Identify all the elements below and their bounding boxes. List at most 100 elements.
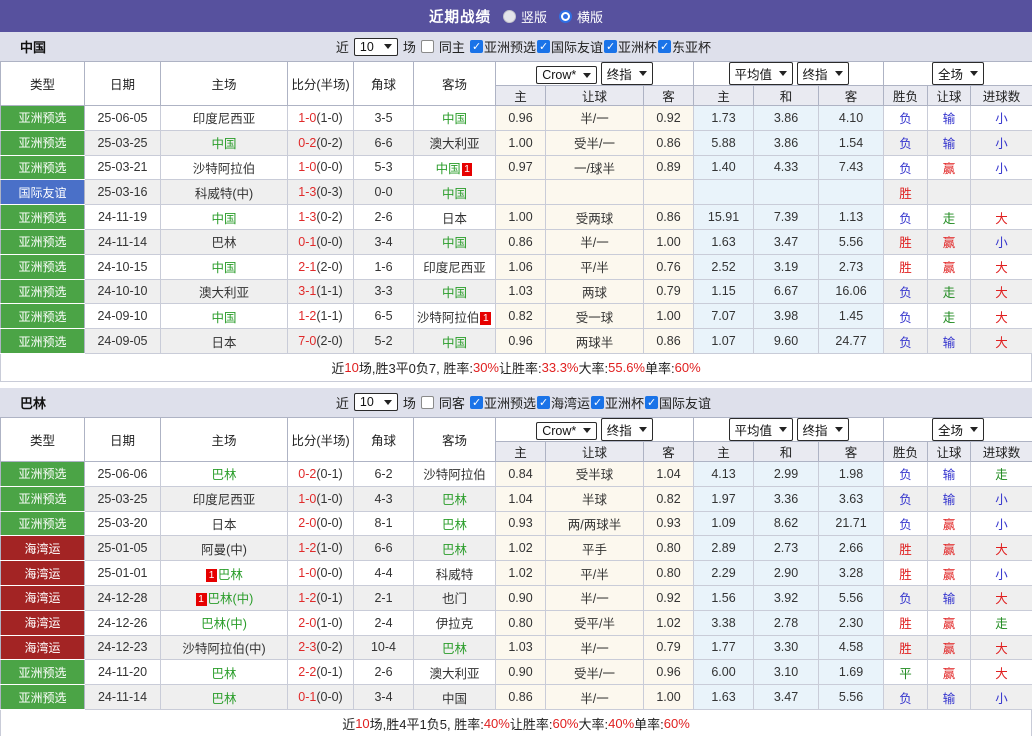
competition-checkbox[interactable]: [603, 40, 617, 53]
halftime-score: (2-0): [316, 334, 343, 349]
fulltime-score: 0-1: [298, 234, 317, 249]
table-row: 亚洲预选 25-06-05 印度尼西亚 1-0(1-0) 3-5 中国 0.96 半/一 0.9…: [0, 105, 1032, 131]
section-team-name: 中国: [20, 40, 47, 55]
cell-avg-away: 5.56: [818, 684, 885, 710]
cell-handicap: 平手: [545, 535, 644, 562]
cell-result-winlose: 胜: [883, 634, 929, 661]
same-home-checkbox[interactable]: [420, 40, 434, 53]
cell-avg-away: 24.77: [818, 328, 885, 354]
cell-date: 25-06-05: [84, 105, 161, 131]
cell-away-team: 巴林: [413, 485, 496, 512]
summary-text: 单率:: [634, 716, 664, 732]
cell-handicap: 一/球半: [545, 154, 644, 181]
cell-score: 1-2(0-1): [287, 584, 354, 611]
competition-label: 国际友谊: [658, 395, 711, 411]
average-value: 平均值: [734, 423, 773, 438]
cell-home-team: 巴林: [160, 659, 288, 686]
cell-type-badge: 亚洲预选: [0, 328, 85, 354]
cell-result-handicap: [927, 179, 972, 206]
away-team-name: 伊拉克: [435, 617, 474, 632]
cell-handicap: 平/半: [545, 253, 644, 280]
cell-odds-home: 0.80: [495, 609, 546, 636]
rank-badge: 1: [461, 162, 473, 176]
competition-checkbox[interactable]: [536, 40, 550, 53]
home-team-name: 印度尼西亚: [192, 112, 256, 127]
cell-home-team: 印度尼西亚: [160, 485, 288, 512]
col-result-handicap: 让球: [927, 440, 972, 462]
table-row: 亚洲预选 24-10-10 澳大利亚 3-1(1-1) 3-3 中国 1.03 两球 0.79 1…: [0, 278, 1032, 305]
final-odds-value: 终指: [606, 68, 632, 82]
table-row: 海湾运 25-01-01 1 巴林 1-0(0-0) 4-4 科威特 1.02 平/半 0.80 2…: [0, 560, 1032, 586]
recent-count-select[interactable]: 10: [353, 37, 398, 56]
final-odds-select[interactable]: 终指: [600, 418, 653, 441]
layout-radio-vertical[interactable]: 竖版: [502, 7, 547, 26]
competition-checkbox[interactable]: [590, 395, 604, 409]
competition-checkbox[interactable]: [536, 395, 550, 409]
cell-score: 2-2(0-1): [287, 659, 354, 686]
cell-home-team: 科威特(中): [160, 179, 288, 206]
average-select[interactable]: 平均值: [728, 418, 794, 441]
cell-avg-draw: 7.39: [753, 204, 820, 230]
cell-home-team: 中国: [160, 204, 288, 230]
final-odds-select-2[interactable]: 终指: [796, 418, 849, 441]
competition-checkbox[interactable]: [469, 40, 483, 53]
fulltime-score: 1-0: [298, 491, 317, 506]
col-avg-home: 主: [693, 440, 755, 462]
cell-away-team: 中国: [413, 179, 496, 206]
cell-avg-draw: 3.98: [753, 303, 820, 330]
cell-date: 24-11-19: [84, 204, 161, 230]
final-odds-select[interactable]: 终指: [600, 62, 653, 85]
average-value: 平均值: [734, 68, 773, 82]
cell-avg-home: 3.38: [693, 609, 755, 636]
fulltime-select[interactable]: 全场: [932, 62, 985, 85]
fulltime-score: 1-3: [298, 185, 317, 200]
rank-badge: 1: [480, 311, 492, 325]
table-row: 亚洲预选 24-09-05 日本 7-0(2-0) 5-2 中国 0.96 两球半 0.86 1.…: [0, 328, 1032, 354]
odds-source-select[interactable]: Crow*: [536, 421, 598, 440]
cell-score: 1-2(1-1): [287, 303, 354, 330]
same-away-checkbox[interactable]: [420, 395, 434, 409]
col-home: 主场: [160, 416, 288, 462]
final-odds-select-2[interactable]: 终指: [796, 62, 849, 85]
radio-icon[interactable]: [502, 9, 516, 23]
competition-checkbox[interactable]: [469, 395, 483, 409]
competition-checkbox[interactable]: [644, 395, 658, 409]
cell-score: 7-0(2-0): [287, 328, 354, 354]
cell-avg-draw: 3.47: [753, 684, 820, 710]
recent-count-select[interactable]: 10: [353, 393, 398, 412]
fulltime-select[interactable]: 全场: [932, 418, 985, 441]
cell-score: 0-1(0-0): [287, 684, 354, 710]
cell-odds-home: 1.00: [495, 204, 546, 230]
radio-label: 竖版: [520, 9, 547, 25]
col-handicap: 让球: [545, 85, 644, 106]
cell-result-winlose: 胜: [883, 535, 929, 562]
radio-checked-icon[interactable]: [559, 9, 572, 23]
summary-stat-value: 60%: [663, 715, 690, 731]
layout-radio-horizontal[interactable]: 横版: [559, 7, 603, 26]
average-select[interactable]: 平均值: [728, 62, 794, 85]
cell-result-handicap: 赢: [927, 228, 972, 255]
away-team-name: 中国: [441, 335, 467, 350]
summary-stat-value: 40%: [608, 715, 635, 731]
home-team-name: 巴林: [217, 567, 243, 582]
recent-count-value: 10: [359, 395, 374, 410]
summary-text: 让胜率:: [509, 716, 553, 732]
odds-source-select[interactable]: Crow*: [536, 66, 598, 84]
cell-result-winlose: 负: [883, 204, 929, 230]
cell-odds-home: 1.02: [495, 560, 546, 586]
cell-odds-home: 0.86: [495, 684, 546, 710]
col-odds-home: 主: [495, 85, 546, 106]
cell-odds-away: 1.00: [642, 303, 695, 330]
cell-odds-away: 0.86: [642, 204, 695, 230]
cell-avg-away: [818, 179, 885, 206]
halftime-score: (1-0): [316, 615, 343, 630]
cell-avg-home: 1.63: [693, 228, 755, 255]
cell-result-winlose: 负: [883, 278, 929, 305]
cell-odds-home: 1.03: [495, 278, 546, 305]
col-avg-home: 主: [693, 85, 755, 106]
cell-result-goals: 走: [970, 460, 1032, 487]
competition-checkbox[interactable]: [657, 40, 671, 53]
summary-text: 场,胜3平0负7, 胜率:: [358, 360, 473, 376]
cell-corner: 2-6: [353, 659, 414, 686]
away-team-name: 中国: [441, 236, 467, 251]
